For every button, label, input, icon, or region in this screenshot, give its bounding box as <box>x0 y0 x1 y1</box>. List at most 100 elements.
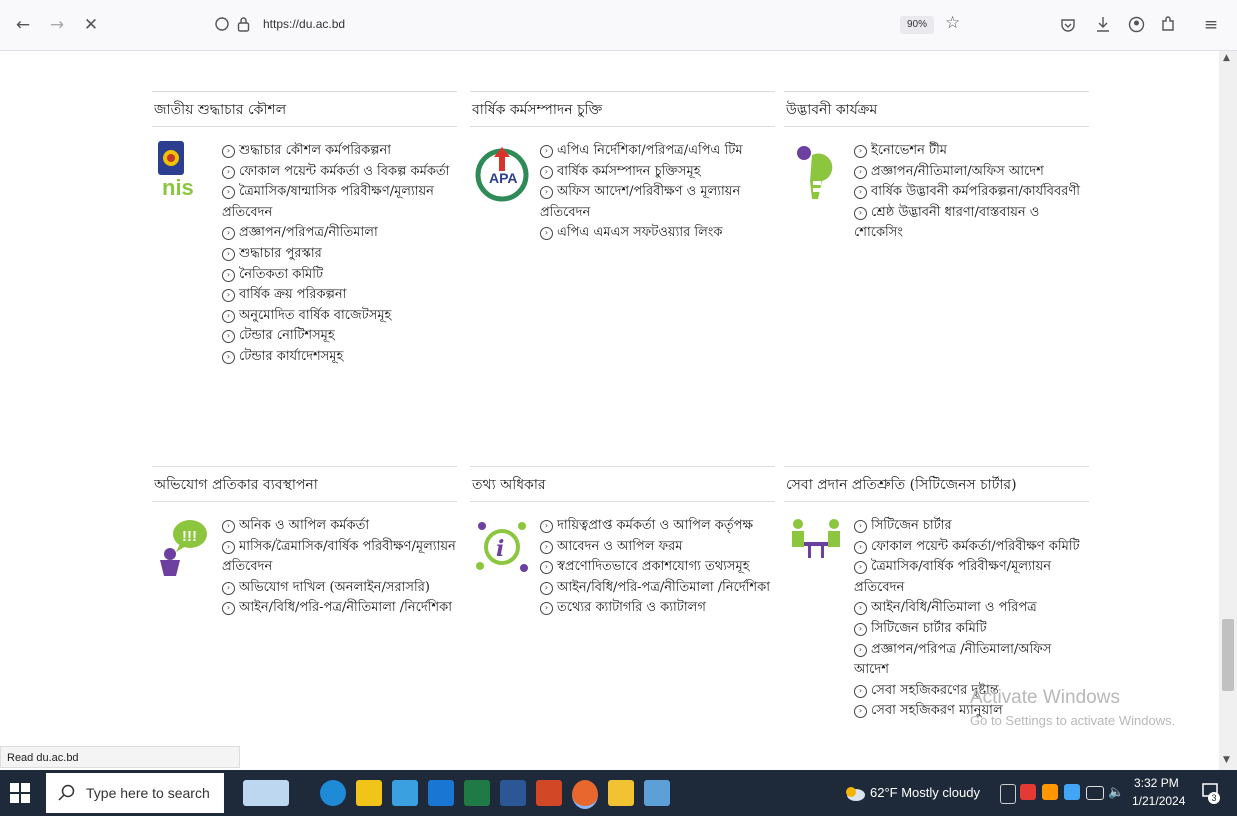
touch-keyboard-icon[interactable] <box>1000 784 1016 804</box>
link-item[interactable]: › এপিএ নির্দেশিকা/পরিপত্র/এপিএ টিম <box>540 141 775 162</box>
link-item[interactable]: › অনিক ও আপিল কর্মকর্তা <box>222 516 457 537</box>
link-item[interactable]: › ত্রৈমাসিক/ষান্মাসিক পরিবীক্ষণ/মূল্যায়ন… <box>222 182 457 223</box>
link-item[interactable]: › টেন্ডার কার্যাদেশসমূহ <box>222 347 457 368</box>
chevron-right-icon: › <box>222 330 235 344</box>
link-item[interactable]: › শ্রেষ্ঠ উদ্ভাবনী ধারণা/বাস্তবায়ন ও শোক… <box>854 203 1089 244</box>
tray-app-icon[interactable] <box>1064 784 1080 800</box>
clock-time[interactable]: 3:32 PM <box>1134 776 1179 790</box>
clock-date[interactable]: 1/21/2024 <box>1132 794 1185 808</box>
chevron-right-icon: › <box>540 145 553 158</box>
tray-app-icon[interactable] <box>1020 784 1036 800</box>
link-item[interactable]: › বার্ষিক উদ্ভাবনী কর্মপরিকল্পনা/কার্যবিব… <box>854 182 1089 203</box>
account-icon[interactable] <box>1128 16 1145 33</box>
link-item[interactable]: › মাসিক/ত্রৈমাসিক/বার্ষিক পরিবীক্ষণ/মূল্য… <box>222 537 457 578</box>
link-item[interactable]: › টেন্ডার নোটিশসমূহ <box>222 326 457 347</box>
notepad-icon[interactable] <box>644 780 670 806</box>
weather-text[interactable]: 62°F Mostly cloudy <box>870 785 980 800</box>
section-citizen-charter: সেবা প্রদান প্রতিশ্রুতি (সিটিজেনস চার্টা… <box>784 466 1089 719</box>
forward-icon[interactable]: → <box>46 14 68 36</box>
chevron-right-icon: › <box>854 165 867 179</box>
chevron-right-icon: › <box>222 268 235 282</box>
address-bar[interactable]: https://du.ac.bd 90% ☆ <box>205 12 975 38</box>
link-item[interactable]: › নৈতিকতা কমিটি <box>222 265 457 286</box>
link-item[interactable]: › আইন/বিধি/পরি-পত্র/নীতিমালা /নির্দেশিকা <box>540 578 775 599</box>
link-item[interactable]: › আইন/বিধি/নীতিমালা ও পরিপত্র <box>854 598 1089 619</box>
link-item[interactable]: › শুদ্ধাচার পুরস্কার <box>222 244 457 265</box>
chevron-right-icon: › <box>222 145 235 158</box>
url-text[interactable]: https://du.ac.bd <box>263 17 345 31</box>
taskbar-search[interactable]: Type here to search <box>46 773 224 813</box>
chevron-right-icon: › <box>222 350 235 364</box>
link-item[interactable]: › বার্ষিক কর্মসম্পাদন চুক্তিসমূহ <box>540 162 775 183</box>
page-content: জাতীয় শুদ্ধাচার কৌশল nis › শুদ্ধাচার কৌশ… <box>0 51 1219 770</box>
chevron-right-icon: › <box>222 227 235 241</box>
menu-icon[interactable]: ≡ <box>1200 14 1222 36</box>
lock-icon[interactable] <box>237 16 250 32</box>
chevron-right-icon: › <box>854 186 867 200</box>
information-icon: i <box>476 522 528 572</box>
link-list: › অনিক ও আপিল কর্মকর্তা › মাসিক/ত্রৈমাসিক/… <box>222 516 457 619</box>
link-item[interactable]: › প্রজ্ঞাপন/নীতিমালা/অফিস আদেশ <box>854 162 1089 183</box>
svg-text:!!!: !!! <box>182 528 197 545</box>
link-item[interactable]: › ত্রৈমাসিক/বার্ষিক পরিবীক্ষণ/মূল্যায়ন প… <box>854 557 1089 598</box>
chevron-right-icon: › <box>854 684 867 698</box>
windows-start-icon[interactable] <box>10 783 30 803</box>
chevron-right-icon: › <box>540 227 553 241</box>
cloud-icon[interactable] <box>844 784 866 802</box>
svg-text:APA: APA <box>489 170 518 186</box>
volume-icon[interactable]: 🔈 <box>1108 784 1124 800</box>
downloads-icon[interactable] <box>1095 16 1111 33</box>
link-item[interactable]: › সিটিজেন চার্টার <box>854 516 1089 537</box>
stop-icon[interactable]: ✕ <box>80 14 102 36</box>
tracking-shield-icon[interactable] <box>215 17 229 31</box>
section-grievance: অভিযোগ প্রতিকার ব্যবস্থাপনা !!! › অনিক ও … <box>152 466 457 616</box>
chevron-right-icon: › <box>540 581 553 595</box>
extensions-icon[interactable] <box>1160 16 1176 33</box>
chevron-right-icon: › <box>540 540 553 554</box>
firefox-icon[interactable] <box>572 780 598 809</box>
edge-browser-icon[interactable] <box>320 780 346 806</box>
link-item[interactable]: › আবেদন ও আপিল ফরম <box>540 537 775 558</box>
link-item[interactable]: › আইন/বিধি/পরি-পত্র/নীতিমালা /নির্দেশিকা <box>222 598 457 619</box>
mail-icon[interactable] <box>428 780 454 806</box>
bookmark-star-icon[interactable]: ☆ <box>945 13 960 33</box>
link-item[interactable]: › ফোকাল পয়েন্ট কর্মকর্তা/পরিবীক্ষণ কমিটি <box>854 537 1089 558</box>
link-item[interactable]: › সিটিজেন চার্টার কমিটি <box>854 619 1089 640</box>
link-item[interactable]: › অফিস আদেশ/পরিবীক্ষণ ও মূল্যায়ন প্রতিবে… <box>540 182 775 223</box>
link-item[interactable]: › দায়িত্বপ্রাপ্ত কর্মকর্তা ও আপিল কর্তৃপ… <box>540 516 775 537</box>
weather-widget-icon[interactable] <box>243 780 289 806</box>
link-item[interactable]: › প্রজ্ঞাপন/পরিপত্র/নীতিমালা <box>222 223 457 244</box>
scroll-down-icon[interactable]: ▼ <box>1223 755 1230 765</box>
notification-center-icon[interactable]: 3 <box>1200 782 1220 804</box>
zoom-indicator[interactable]: 90% <box>900 16 934 34</box>
link-item[interactable]: › স্বপ্রণোদিতভাবে প্রকাশযোগ্য তথ্যসমূহ <box>540 557 775 578</box>
link-item[interactable]: › ফোকাল পয়েন্ট কর্মকর্তা ও বিকল্প কর্মকর… <box>222 162 457 183</box>
file-explorer-icon[interactable] <box>356 780 382 806</box>
link-item[interactable]: › প্রজ্ঞাপন/পরিপত্র /নীতিমালা/অফিস আদেশ <box>854 640 1089 681</box>
svg-text:nis: nis <box>162 175 194 200</box>
link-item[interactable]: › তথ্যের ক্যাটাগরি ও ক্যাটালগ <box>540 598 775 619</box>
scroll-thumb[interactable] <box>1222 619 1234 691</box>
innovation-bulb-icon <box>797 146 833 199</box>
link-item[interactable]: › বার্ষিক ক্রয় পরিকল্পনা <box>222 285 457 306</box>
link-item[interactable]: › অনুমোদিত বার্ষিক বাজেটসমূহ <box>222 306 457 327</box>
chevron-right-icon: › <box>854 622 867 636</box>
vertical-scrollbar[interactable]: ▲ ▼ <box>1219 51 1237 770</box>
link-item[interactable]: › শুদ্ধাচার কৌশল কর্মপরিকল্পনা <box>222 141 457 162</box>
section-title: সেবা প্রদান প্রতিশ্রুতি (সিটিজেনস চার্টা… <box>784 466 1089 502</box>
word-icon[interactable] <box>500 780 526 806</box>
nis-logo-icon: nis <box>158 141 194 200</box>
link-item[interactable]: › এপিএ এমএস সফটওয়্যার লিংক <box>540 223 775 244</box>
link-item[interactable]: › ইনোভেশন টীম <box>854 141 1089 162</box>
link-item[interactable]: › অভিযোগ দাখিল (অনলাইন/সরাসরি) <box>222 578 457 599</box>
app-icon[interactable] <box>608 780 634 806</box>
powerpoint-icon[interactable] <box>536 780 562 806</box>
excel-icon[interactable] <box>464 780 490 806</box>
search-placeholder: Type here to search <box>86 785 210 801</box>
store-icon[interactable] <box>392 780 418 806</box>
tray-app-icon[interactable] <box>1042 784 1058 800</box>
pocket-icon[interactable] <box>1060 17 1076 33</box>
network-icon[interactable] <box>1086 786 1104 800</box>
back-icon[interactable]: ← <box>12 14 34 36</box>
scroll-up-icon[interactable]: ▲ <box>1223 53 1230 63</box>
